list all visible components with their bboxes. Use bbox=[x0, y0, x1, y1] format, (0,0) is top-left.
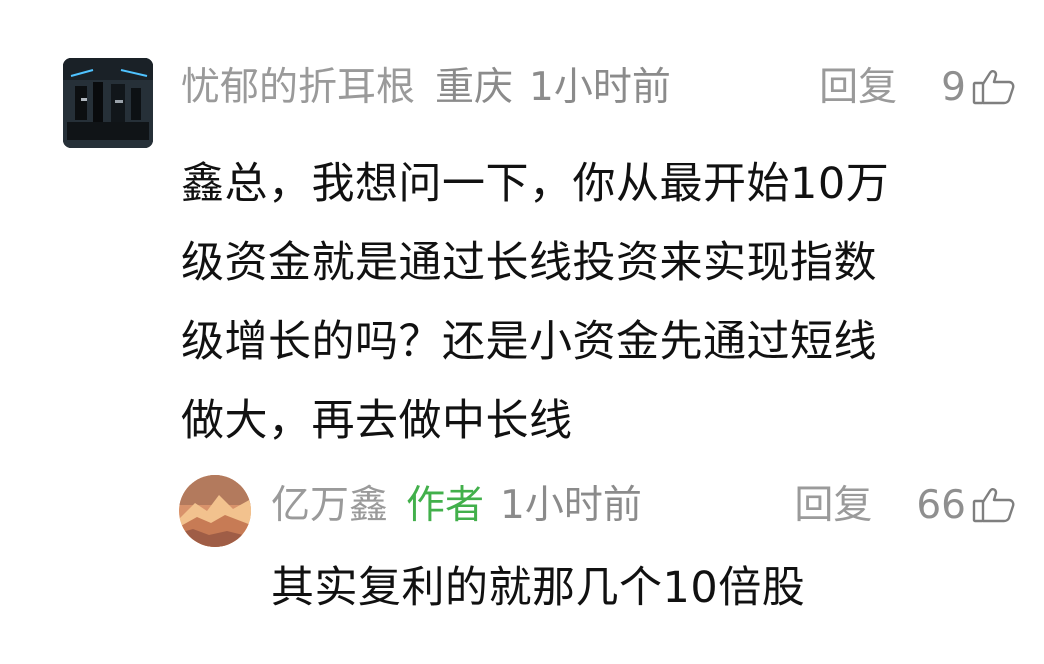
reply-timestamp: 1小时前 bbox=[500, 482, 642, 528]
reply-button[interactable]: 回复 bbox=[819, 68, 897, 107]
comment-text-line: 鑫总，我想问一下，你从最开始10万 bbox=[181, 159, 890, 209]
reply-avatar-image bbox=[179, 475, 251, 547]
thumbs-up-icon[interactable] bbox=[972, 485, 1016, 525]
author-badge: 作者 bbox=[406, 482, 485, 528]
avatar-image bbox=[63, 58, 153, 148]
avatar[interactable] bbox=[63, 58, 153, 148]
location: 重庆 bbox=[435, 64, 514, 110]
reply-username[interactable]: 亿万鑫 bbox=[271, 486, 388, 525]
comment-text: 鑫总，我想问一下，你从最开始10万 级资金就是通过长线投资来实现指数 级增长的吗… bbox=[181, 145, 981, 461]
username[interactable]: 忧郁的折耳根 bbox=[181, 68, 415, 107]
timestamp: 1小时前 bbox=[529, 64, 671, 110]
comment-thread: { "comment": { "username": "忧郁的折耳根", "lo… bbox=[0, 0, 1044, 664]
reply-text: 其实复利的就那几个10倍股 bbox=[271, 563, 806, 613]
comment-text-line: 做大，再去做中长线 bbox=[181, 396, 573, 446]
reply-avatar[interactable] bbox=[179, 475, 251, 547]
like-count: 9 bbox=[941, 64, 966, 110]
thumbs-up-icon[interactable] bbox=[972, 67, 1016, 107]
reply-meta: 亿万鑫 作者 1小时前 回复 66 bbox=[271, 485, 1016, 525]
reply-like-count: 66 bbox=[916, 482, 966, 528]
reply-reply-button[interactable]: 回复 bbox=[794, 486, 872, 525]
comment-meta: 忧郁的折耳根 重庆 1小时前 回复 9 bbox=[181, 67, 1016, 107]
comment-text-line: 级增长的吗？还是小资金先通过短线 bbox=[181, 317, 877, 367]
comment-text-line: 级资金就是通过长线投资来实现指数 bbox=[181, 238, 877, 288]
